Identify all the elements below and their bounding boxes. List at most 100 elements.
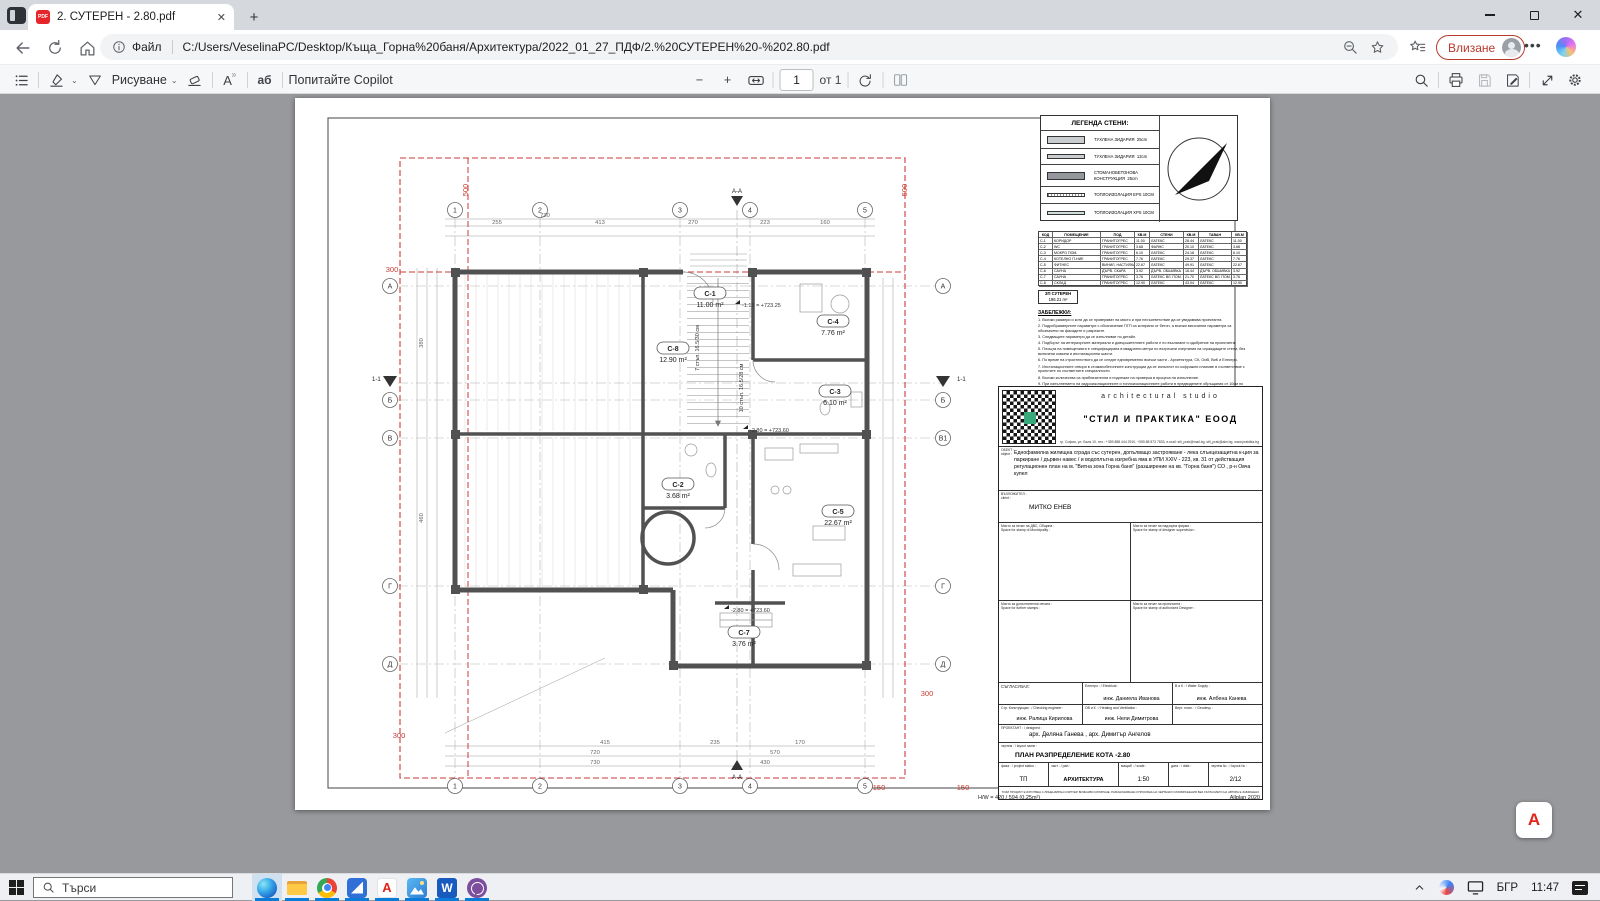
taskbar-explorer[interactable] [282,874,312,901]
svg-text:3: 3 [678,784,682,791]
settings-menu-button[interactable]: ••• [1524,37,1542,53]
new-tab-button[interactable]: + [244,7,264,27]
paper-size-note: H/W = 420 / 594 (0.25m²) [978,795,1040,801]
window-close-button[interactable]: ✕ [1556,0,1600,30]
zoom-out-button[interactable]: − [689,68,711,92]
toc-button[interactable] [10,68,32,92]
ask-copilot-button[interactable]: Попитайте Copilot [289,73,393,87]
svg-text:10 стъп. 16.5/28 см: 10 стъп. 16.5/28 см [739,363,745,412]
svg-text:В1: В1 [939,436,948,443]
read-aloud-button[interactable]: A⁾⁾ [219,68,241,92]
taskbar-photos[interactable] [402,874,432,901]
page-number-input[interactable] [780,69,814,91]
toolbar-separator [38,72,39,88]
favorite-star-icon[interactable] [1369,39,1386,56]
display-tray-icon[interactable] [1467,880,1484,895]
svg-text:380: 380 [419,338,425,348]
taskbar-app-blue[interactable] [342,874,372,901]
svg-text:А: А [388,284,393,291]
svg-text:1-1: 1-1 [372,377,381,383]
fit-width-button[interactable] [745,68,767,92]
svg-text:460: 460 [419,513,425,523]
svg-text:430: 430 [760,760,770,766]
legend-swatch-concrete [1047,172,1085,180]
tray-expand-icon[interactable] [1413,881,1426,894]
window-minimize-button[interactable] [1468,0,1512,30]
notes-title: ЗАБЕЛЕЖКИ: [1038,310,1247,316]
copilot-icon[interactable] [1556,37,1576,57]
home-button[interactable] [76,37,98,59]
taskbar-search[interactable]: Търси [33,877,233,898]
svg-text:А-А: А-А [732,189,742,195]
zoom-out-page-icon[interactable] [1342,39,1359,56]
rotate-button[interactable] [854,68,876,92]
save-as-icon [1504,72,1521,89]
viber-icon [467,878,487,898]
toc-icon [13,72,30,89]
search-icon [42,881,55,894]
room-schedule-table: КОДПОМЕЩЕНИЕПОДКВ.МСТЕНИКВ.МТАВАНКВ.М С-… [1038,231,1247,286]
drawing-title-row: чертеж : / layout name : ПЛАН РАЗПРЕДЕЛЕ… [999,743,1262,763]
save-icon [1476,72,1493,89]
toolbar-separator [1438,72,1439,88]
window-maximize-button[interactable] [1512,0,1556,30]
svg-text:4: 4 [748,208,752,215]
svg-text:-2.80 = +723.60: -2.80 = +723.60 [731,608,770,614]
svg-text:1: 1 [453,208,457,215]
room-labels: С-111.00 m² С-23.68 m² С-36.10 m² С-47.7… [657,287,854,648]
acrobat-icon: A [377,878,397,898]
zoom-in-button[interactable]: + [717,68,739,92]
tab-title: 2. СУТЕРЕН - 2.80.pdf [57,11,211,23]
url-box[interactable]: Файл C:/Users/VeselinaPC/Desktop/Къща_Го… [100,34,1398,60]
designer-row: ПРОЕКТАНТ : / designed : арх. Деляна Ган… [999,725,1262,743]
refresh-icon [46,39,64,57]
refresh-button[interactable] [44,37,66,59]
svg-text:Г: Г [941,584,945,591]
save-button[interactable] [1473,68,1495,92]
note-item: 7. Инсталационните отвори в стоманобетон… [1038,365,1247,375]
page-view-button[interactable] [889,68,911,92]
open-in-acrobat-button[interactable]: A [1516,802,1552,838]
taskbar-viber[interactable] [462,874,492,901]
note-item: 1. Всички размери и коти да се проверява… [1038,318,1247,323]
room-area: 3.68 m² [666,493,690,500]
legend-swatch-eps [1047,193,1085,197]
chevron-down-icon[interactable]: ⌄ [71,76,78,85]
start-button[interactable] [9,880,24,895]
taskbar-chrome[interactable] [312,874,342,901]
phase-value: ТП [999,777,1048,783]
browser-tab[interactable]: PDF 2. СУТЕРЕН - 2.80.pdf ✕ [28,4,234,30]
save-as-button[interactable] [1501,68,1523,92]
highlight-button[interactable] [45,68,67,92]
text-tools-button[interactable]: аб [254,68,276,92]
taskbar-edge[interactable] [252,874,282,901]
note-item: 2. Подробразмерните параметри с обозначе… [1038,324,1247,334]
language-indicator[interactable]: БГР [1497,882,1518,894]
search-document-button[interactable] [1410,68,1432,92]
room-code: С-3 [829,389,840,396]
tab-close-icon[interactable]: ✕ [217,11,226,24]
back-icon [13,38,33,58]
draw-button[interactable] [84,68,106,92]
svg-text:Г: Г [388,584,392,591]
signin-button[interactable]: Влизане [1436,35,1525,60]
tab-actions-icon[interactable] [7,7,26,24]
erase-button[interactable] [184,68,206,92]
action-center-icon[interactable] [1572,881,1588,895]
pdf-settings-button[interactable] [1564,68,1586,92]
pdf-viewport[interactable]: 500 500 300 300 300 150 150 [0,94,1600,873]
taskbar-acrobat[interactable]: A [372,874,402,901]
pdf-toolbar: ⌄ Рисуване ⌄ A⁾⁾ аб Попитайте Copilot − … [0,64,1600,94]
company-contact: гр. София, ул. Бяла 10, тел.: +359 888 4… [1059,440,1260,444]
taskbar-word[interactable]: W [432,874,462,901]
print-button[interactable] [1445,68,1467,92]
clock[interactable]: 11:47 [1531,882,1559,894]
meta-row: фаза : / project status :ТП част : / par… [999,763,1262,787]
favorites-list-icon[interactable] [1408,38,1427,57]
back-button[interactable] [12,37,34,59]
legend-swatch-brick12 [1047,154,1085,159]
tray-app-icon[interactable] [1439,880,1454,895]
fullscreen-button[interactable] [1536,68,1558,92]
chevron-down-icon[interactable]: ⌄ [171,76,178,85]
red-dim-label: 500 [461,184,470,197]
